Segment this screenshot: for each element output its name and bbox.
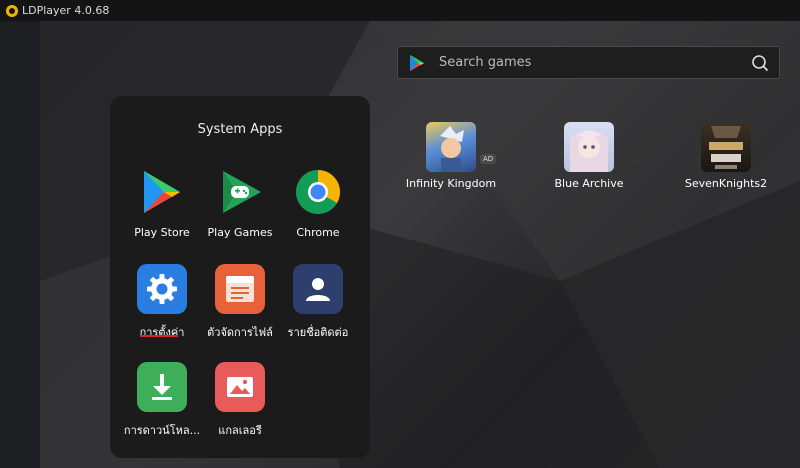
- app-settings[interactable]: การตั้งค่า: [119, 264, 205, 341]
- title-bar: LDPlayer 4.0.68: [0, 0, 800, 21]
- play-games-icon: [215, 167, 265, 217]
- ad-badge: AD: [480, 154, 497, 164]
- app-play-games[interactable]: Play Games: [197, 167, 283, 239]
- search-input[interactable]: [437, 54, 751, 71]
- left-edge-strip: [0, 21, 40, 468]
- app-file-manager[interactable]: ตัวจัดการไฟล์: [197, 264, 283, 341]
- game-label: SevenKnights2: [684, 177, 768, 190]
- game-blue-archive[interactable]: Blue Archive: [539, 122, 639, 190]
- folder-title: System Apps: [197, 122, 283, 137]
- app-label: Play Store: [134, 226, 190, 239]
- app-label: แกลเลอรี: [218, 424, 262, 437]
- file-manager-icon: [215, 264, 265, 314]
- system-apps-folder: System Apps Play Store Play Games Chrome…: [110, 96, 370, 458]
- app-contacts[interactable]: รายชื่อติดต่อ: [275, 264, 361, 341]
- search-bar[interactable]: [397, 46, 780, 79]
- app-label: รายชื่อติดต่อ: [287, 326, 349, 339]
- ldplayer-logo-icon: [6, 4, 18, 17]
- play-store-icon: [410, 54, 424, 71]
- game-sevenknights2[interactable]: SevenKnights2: [676, 122, 776, 190]
- game-label: Infinity Kingdom: [405, 177, 497, 190]
- chrome-icon: [293, 167, 343, 217]
- app-label: การตั้งค่า: [139, 326, 185, 339]
- app-label: Play Games: [207, 226, 273, 239]
- app-label: Chrome: [296, 226, 340, 239]
- download-icon: [137, 362, 187, 412]
- settings-gear-icon: [137, 264, 187, 314]
- contacts-icon: [293, 264, 343, 314]
- app-downloads[interactable]: การดาวน์โหล...: [119, 362, 205, 439]
- highlight-underline: [140, 335, 178, 337]
- game-infinity-kingdom[interactable]: AD Infinity Kingdom: [401, 122, 501, 190]
- search-icon[interactable]: [751, 54, 769, 72]
- app-label: ตัวจัดการไฟล์: [207, 326, 273, 339]
- blue-archive-icon: [564, 122, 614, 172]
- infinity-kingdom-icon: AD: [426, 122, 497, 172]
- window-title: LDPlayer 4.0.68: [22, 4, 110, 17]
- play-store-icon: [137, 167, 187, 217]
- app-play-store[interactable]: Play Store: [119, 167, 205, 239]
- game-label: Blue Archive: [554, 177, 624, 190]
- gallery-icon: [215, 362, 265, 412]
- sevenknights2-icon: [701, 122, 751, 172]
- app-gallery[interactable]: แกลเลอรี: [197, 362, 283, 439]
- app-chrome[interactable]: Chrome: [275, 167, 361, 239]
- app-label: การดาวน์โหล...: [123, 424, 201, 437]
